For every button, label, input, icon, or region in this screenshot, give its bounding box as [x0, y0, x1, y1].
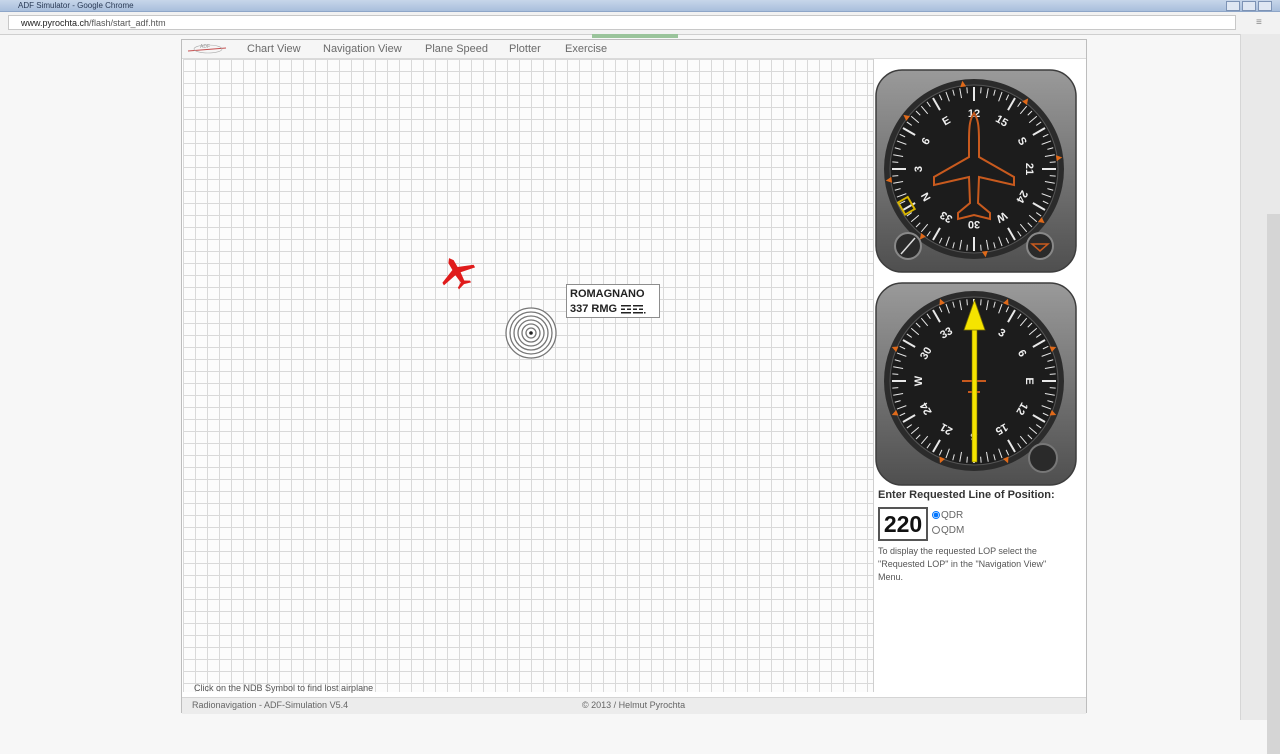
dial-tick	[1049, 373, 1056, 375]
loading-progress-bar	[592, 34, 678, 38]
dial-tick	[980, 299, 982, 306]
menu-chart-view[interactable]: Chart View	[247, 42, 301, 56]
dial-tick	[966, 244, 968, 251]
dial-tick	[892, 387, 899, 389]
radio-qdr[interactable]: QDR	[932, 510, 963, 522]
dial-tick	[1049, 175, 1056, 177]
background-window-edge	[1240, 34, 1280, 754]
menu-navigation-view[interactable]: Navigation View	[323, 42, 402, 56]
url-input[interactable]: www.pyrochta.ch/flash/start_adf.htm	[8, 15, 1236, 30]
menu-exercise[interactable]: Exercise	[565, 42, 607, 56]
morse-code-icon	[621, 304, 646, 314]
heading-indicator: N36E12 15S2124W3033	[875, 69, 1077, 273]
url-path: /flash/start_adf.htm	[89, 18, 166, 28]
dial-tick	[892, 175, 899, 177]
adf-indicator: N36E1215S2124W3033	[875, 282, 1077, 486]
heading-knob-right[interactable]	[1026, 232, 1054, 260]
maximize-button[interactable]	[1242, 1, 1256, 11]
dial-tick	[966, 87, 968, 94]
dial-tick	[966, 456, 968, 463]
adf-card-knob[interactable]	[1028, 443, 1058, 473]
radio-qdm[interactable]: QDM	[932, 525, 964, 537]
menu-plane-speed[interactable]: Plane Speed	[425, 42, 488, 56]
hint-text: Click on the NDB Symbol to find lost air…	[194, 683, 374, 693]
dial-tick	[1049, 161, 1056, 163]
footer-version: Radionavigation - ADF-Simulation V5.4	[192, 700, 349, 710]
radio-qdr-label: QDR	[941, 510, 964, 521]
url-host: www.pyrochta.ch	[21, 18, 90, 28]
chart-view-grid[interactable]: ROMAGNANO 337 RMG	[183, 59, 874, 692]
dial-label: 21	[1023, 163, 1035, 175]
dial-tick	[966, 299, 968, 306]
dial-tick	[892, 373, 899, 375]
menu-plotter[interactable]: Plotter	[509, 42, 541, 56]
wrench-icon[interactable]: ≡	[1256, 17, 1270, 29]
svg-text:ADF: ADF	[200, 44, 210, 50]
lop-value-input[interactable]	[878, 507, 928, 541]
station-label-box: ROMAGNANO 337 RMG	[566, 284, 660, 318]
address-bar: www.pyrochta.ch/flash/start_adf.htm ≡	[0, 12, 1280, 35]
window-title: ADF Simulator - Google Chrome	[18, 1, 134, 10]
dial-label: 30	[968, 218, 980, 230]
minimize-button[interactable]	[1226, 1, 1240, 11]
radio-qdr-input[interactable]	[932, 511, 940, 520]
ndb-symbol[interactable]	[505, 307, 557, 359]
dial-label: 3	[913, 166, 925, 172]
lop-label: Enter Requested Line of Position:	[878, 489, 1055, 501]
window-titlebar: ADF Simulator - Google Chrome	[0, 0, 1280, 12]
dial-tick	[980, 244, 982, 251]
dial-label: E	[1023, 377, 1035, 384]
radio-qdm-input[interactable]	[932, 526, 940, 535]
app-footer: Radionavigation - ADF-Simulation V5.4 © …	[182, 697, 1086, 714]
lop-instructions: To display the requested LOP select the …	[878, 546, 1047, 582]
airplane-icon[interactable]	[433, 252, 481, 292]
footer-copyright: © 2013 / Helmut Pyrochta	[582, 700, 686, 710]
station-name: ROMAGNANO	[570, 288, 645, 300]
dial-tick	[1049, 387, 1056, 389]
dial-label: W	[913, 375, 925, 386]
dial-tick	[980, 456, 982, 463]
dial-tick	[980, 87, 982, 94]
radio-qdm-label: QDM	[941, 525, 965, 536]
station-ident: 337 RMG	[570, 302, 656, 317]
dial-tick	[892, 161, 899, 163]
app-logo-icon: ADF	[187, 44, 227, 54]
close-button[interactable]	[1258, 1, 1272, 11]
menu-bar: ADF Chart View Navigation View Plane Spe…	[182, 40, 1086, 59]
